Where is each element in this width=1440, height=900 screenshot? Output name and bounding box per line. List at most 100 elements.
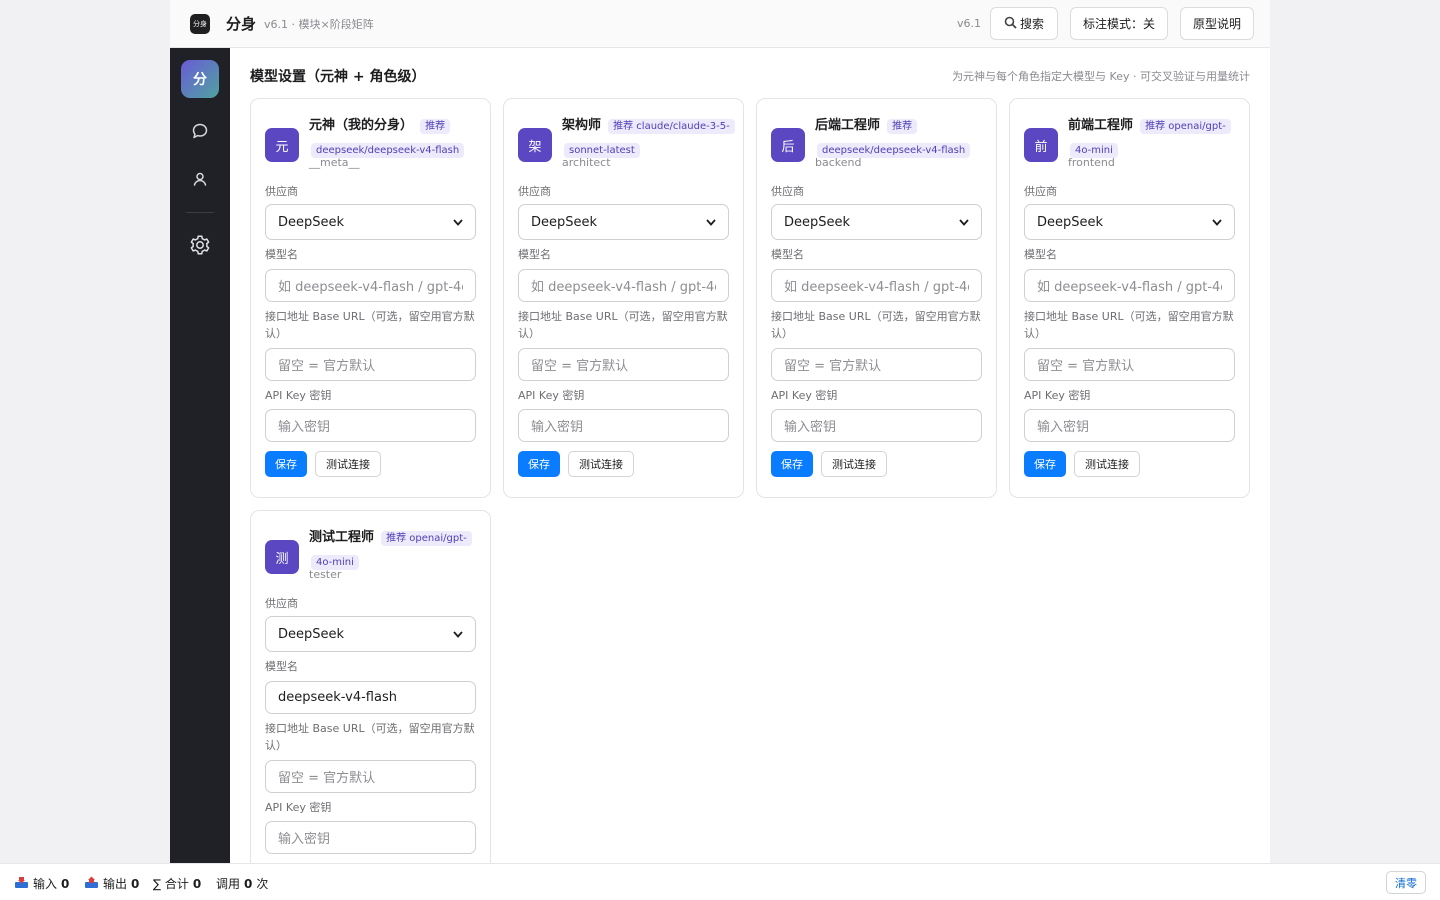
api-key-label: API Key 密钥 (771, 389, 838, 402)
save-button[interactable]: 保存 (518, 451, 560, 477)
base-url-label: 接口地址 Base URL（可选，留空用官方默认） (518, 310, 728, 340)
base-url-label: 接口地址 Base URL（可选，留空用官方默认） (771, 310, 981, 340)
role-header: 前端工程师 推荐 openai/gpt-4o-mini (1068, 113, 1238, 161)
model-input[interactable]: 如 deepseek-v4-flash / gpt-4o (1024, 269, 1235, 302)
role-name: 后端工程师 (815, 118, 881, 133)
test-connection-button[interactable]: 测试连接 (821, 451, 887, 477)
model-input[interactable]: 如 deepseek-v4-flash / gpt-4o (265, 269, 476, 302)
total-value: 0 (192, 876, 202, 891)
api-key-input[interactable]: 输入密钥 (265, 821, 476, 854)
model-input[interactable]: 如 deepseek-v4-flash / gpt-4o (771, 269, 982, 302)
provider-select[interactable]: DeepSeek (1024, 204, 1235, 240)
output-value: 0 (131, 876, 140, 891)
provider-select[interactable]: DeepSeek (518, 204, 729, 240)
sidebar-brand[interactable]: 分 (181, 60, 219, 98)
provider-value: DeepSeek (1037, 214, 1104, 230)
inbox-icon (14, 876, 29, 892)
calls-label: 调用 (216, 877, 241, 891)
model-label: 模型名 (771, 248, 804, 261)
status-bar: 输入 0 输出 0 ∑ 合计 0 调用 0 次 清零 (0, 863, 1440, 900)
model-value: deepseek-v4-flash (278, 690, 397, 705)
chat-bubble-icon[interactable] (188, 119, 212, 143)
role-avatar: 测 (265, 540, 299, 574)
calls-unit: 次 (256, 877, 269, 891)
save-button[interactable]: 保存 (265, 451, 307, 477)
model-placeholder: 如 deepseek-v4-flash / gpt-4o (531, 280, 716, 295)
model-input[interactable]: 如 deepseek-v4-flash / gpt-4o (518, 269, 729, 302)
api-key-label: API Key 密钥 (1024, 389, 1091, 402)
search-button[interactable]: 搜索 (990, 7, 1058, 40)
api-key-placeholder: 输入密钥 (784, 420, 837, 435)
provider-select[interactable]: DeepSeek (265, 616, 476, 652)
test-connection-button[interactable]: 测试连接 (568, 451, 634, 477)
base-url-input[interactable]: 留空 = 官方默认 (1024, 348, 1235, 381)
api-key-input[interactable]: 输入密钥 (771, 409, 982, 442)
base-url-placeholder: 留空 = 官方默认 (278, 359, 376, 374)
base-url-label: 接口地址 Base URL（可选，留空用官方默认） (265, 310, 475, 340)
provider-select[interactable]: DeepSeek (265, 204, 476, 240)
mark-mode-toggle[interactable]: 标注模式：关 (1070, 7, 1168, 40)
test-connection-button[interactable]: 测试连接 (315, 451, 381, 477)
prototype-info-button[interactable]: 原型说明 (1180, 7, 1254, 40)
api-key-input[interactable]: 输入密钥 (265, 409, 476, 442)
app-subtitle: v6.1 · 模块×阶段矩阵 (264, 18, 374, 31)
role-id: backend (815, 156, 862, 169)
role-header: 架构师 推荐 claude/claude-3-5-sonnet-latest (562, 113, 735, 161)
base-url-input[interactable]: 留空 = 官方默认 (771, 348, 982, 381)
outbox-icon (84, 876, 99, 892)
role-avatar: 后 (771, 128, 805, 162)
provider-label: 供应商 (771, 185, 804, 198)
input-tokens-stat: 输入 0 (14, 875, 69, 892)
calls-value: 0 (244, 876, 253, 891)
base-url-placeholder: 留空 = 官方默认 (1037, 359, 1135, 374)
search-button-label: 搜索 (1019, 17, 1044, 31)
page-description: 为元神与每个角色指定大模型与 Key · 可交叉验证与用量统计 (952, 70, 1250, 83)
role-name: 前端工程师 (1068, 118, 1134, 133)
top-bar: 分身 分身 v6.1 · 模块×阶段矩阵 v6.1 搜索 标注模式：关 原型说明 (170, 0, 1270, 48)
provider-label: 供应商 (265, 597, 298, 610)
model-input[interactable]: deepseek-v4-flash (265, 681, 476, 714)
base-url-placeholder: 留空 = 官方默认 (531, 359, 629, 374)
api-key-label: API Key 密钥 (265, 801, 332, 814)
provider-value: DeepSeek (531, 214, 598, 230)
role-id: architect (562, 156, 611, 169)
role-avatar: 元 (265, 128, 299, 162)
api-key-placeholder: 输入密钥 (1037, 420, 1090, 435)
gear-icon[interactable] (188, 233, 212, 257)
base-url-input[interactable]: 留空 = 官方默认 (518, 348, 729, 381)
api-key-placeholder: 输入密钥 (531, 420, 584, 435)
model-card-tester: 测测试工程师 推荐 openai/gpt-4o-mini tester 供应商 Dee… (250, 510, 491, 863)
model-label: 模型名 (265, 248, 298, 261)
provider-select[interactable]: DeepSeek (771, 204, 982, 240)
clear-stats-button[interactable]: 清零 (1386, 871, 1426, 894)
base-url-input[interactable]: 留空 = 官方默认 (265, 760, 476, 793)
chevron-down-icon (959, 215, 969, 230)
app-logo: 分身 (190, 14, 210, 34)
model-card-meta: 元元神（我的分身） 推荐 deepseek/deepseek-v4-flash _… (250, 98, 491, 498)
save-button[interactable]: 保存 (771, 451, 813, 477)
sidebar: 分 (170, 48, 230, 863)
role-header: 测试工程师 推荐 openai/gpt-4o-mini (309, 525, 479, 573)
role-header: 后端工程师 推荐 deepseek/deepseek-v4-flash (815, 113, 985, 161)
app-title: 分身 (226, 15, 257, 33)
base-url-label: 接口地址 Base URL（可选，留空用官方默认） (265, 722, 475, 752)
search-icon (1004, 16, 1017, 32)
test-connection-button[interactable]: 测试连接 (1074, 451, 1140, 477)
chevron-down-icon (453, 627, 463, 642)
user-icon[interactable] (188, 167, 212, 191)
base-url-label: 接口地址 Base URL（可选，留空用官方默认） (1024, 310, 1234, 340)
role-id: frontend (1068, 156, 1115, 169)
role-avatar: 架 (518, 128, 552, 162)
chevron-down-icon (706, 215, 716, 230)
output-tokens-stat: 输出 0 (84, 875, 139, 892)
model-card-architect: 架架构师 推荐 claude/claude-3-5-sonnet-latest a… (503, 98, 744, 498)
api-key-input[interactable]: 输入密钥 (518, 409, 729, 442)
input-value: 0 (61, 876, 70, 891)
model-label: 模型名 (518, 248, 551, 261)
role-name: 元神（我的分身） (309, 118, 414, 133)
base-url-placeholder: 留空 = 官方默认 (278, 771, 376, 786)
save-button[interactable]: 保存 (1024, 451, 1066, 477)
base-url-input[interactable]: 留空 = 官方默认 (265, 348, 476, 381)
provider-value: DeepSeek (278, 214, 345, 230)
api-key-input[interactable]: 输入密钥 (1024, 409, 1235, 442)
